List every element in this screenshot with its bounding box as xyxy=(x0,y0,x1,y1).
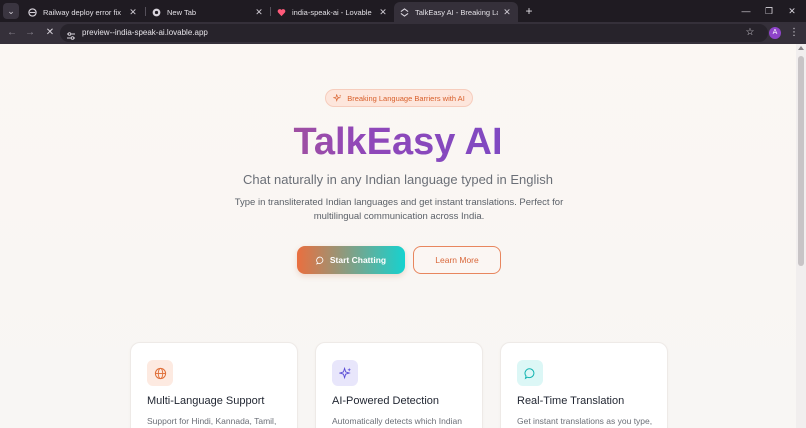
forward-button[interactable]: → xyxy=(22,25,38,41)
railway-favicon-icon xyxy=(28,7,37,17)
scrollbar-thumb[interactable] xyxy=(798,56,804,266)
lovable-heart-icon xyxy=(277,8,286,17)
back-button[interactable]: ← xyxy=(4,25,20,41)
tab-railway[interactable]: Railway deploy error fix ✕ xyxy=(22,2,144,22)
feature-card-multi-language: Multi-Language Support Support for Hindi… xyxy=(130,342,298,428)
feature-title: Multi-Language Support xyxy=(147,395,265,407)
stop-loading-button[interactable]: ✕ xyxy=(42,25,58,41)
close-window-button[interactable]: ✕ xyxy=(782,3,802,19)
feature-text: Support for Hindi, Kannada, Tamil, xyxy=(147,416,277,426)
tab-title: Railway deploy error fix xyxy=(43,7,121,17)
close-icon: ✕ xyxy=(45,27,55,38)
minimize-icon: — xyxy=(741,6,751,16)
feature-text: Get instant translations as you type, xyxy=(517,416,653,426)
chrome-favicon-icon xyxy=(152,8,161,17)
hero-description: Type in transliterated Indian languages … xyxy=(234,197,564,222)
feature-title: Real-Time Translation xyxy=(517,395,625,407)
tab-title: TalkEasy AI - Breaking Language xyxy=(415,7,498,17)
start-chatting-label: Start Chatting xyxy=(329,255,387,265)
browser-toolbar: ← → ✕ preview--india-speak-ai.lovable.ap… xyxy=(0,22,806,44)
hero-subtitle: Chat naturally in any Indian language ty… xyxy=(242,172,554,187)
scroll-up-arrow-icon[interactable] xyxy=(798,46,804,50)
close-icon[interactable]: ✕ xyxy=(502,7,512,18)
learn-more-button[interactable]: Learn More xyxy=(413,246,501,274)
tab-title: New Tab xyxy=(167,7,197,17)
arrow-right-icon: → xyxy=(25,27,35,38)
address-bar[interactable]: preview--india-speak-ai.lovable.app xyxy=(60,24,768,42)
close-icon: ✕ xyxy=(788,6,796,16)
plus-icon: + xyxy=(525,4,533,18)
arrow-left-icon: ← xyxy=(7,27,17,38)
hero-badge: Breaking Language Barriers with AI xyxy=(325,89,473,107)
tab-new-tab[interactable]: New Tab ✕ xyxy=(146,2,270,22)
close-icon[interactable]: ✕ xyxy=(378,7,388,18)
page-title: TalkEasy AI xyxy=(0,120,796,164)
tab-lovable[interactable]: india-speak-ai - Lovable ✕ xyxy=(271,2,394,22)
sparkles-icon xyxy=(332,360,358,386)
chat-bubble-icon xyxy=(316,256,324,265)
hero-badge-text: Breaking Language Barriers with AI xyxy=(347,93,465,103)
globe-icon xyxy=(147,360,173,386)
profile-avatar[interactable]: A xyxy=(769,27,781,39)
start-chatting-button[interactable]: Start Chatting xyxy=(297,246,405,274)
close-icon[interactable]: ✕ xyxy=(254,7,264,18)
page-viewport: Breaking Language Barriers with AI TalkE… xyxy=(0,44,796,428)
learn-more-label: Learn More xyxy=(435,255,479,265)
site-settings-icon[interactable] xyxy=(66,28,76,40)
feature-card-ai-detection: AI-Powered Detection Automatically detec… xyxy=(315,342,483,428)
restore-icon: ❐ xyxy=(764,6,774,16)
feature-text: Automatically detects which Indian xyxy=(332,416,462,426)
new-tab-button[interactable]: + xyxy=(522,3,536,19)
chat-bubble-icon xyxy=(517,360,543,386)
chevron-down-icon: ⌄ xyxy=(7,5,15,16)
tab-talkeasy[interactable]: TalkEasy AI - Breaking Language ✕ xyxy=(394,2,518,22)
restore-button[interactable]: ❐ xyxy=(759,3,779,19)
feature-card-real-time-translation: Real-Time Translation Get instant transl… xyxy=(500,342,668,428)
menu-kebab-icon[interactable]: ⋮ xyxy=(789,25,799,41)
feature-title: AI-Powered Detection xyxy=(332,395,439,407)
sparkles-icon xyxy=(333,93,342,102)
loading-arrows-icon xyxy=(400,7,409,17)
minimize-button[interactable]: — xyxy=(736,3,756,19)
tab-strip: ⌄ Railway deploy error fix ✕ New Tab ✕ i… xyxy=(0,0,806,22)
vertical-scrollbar[interactable] xyxy=(796,44,806,428)
close-icon[interactable]: ✕ xyxy=(128,7,138,18)
tab-title: india-speak-ai - Lovable xyxy=(292,7,372,17)
url-text: preview--india-speak-ai.lovable.app xyxy=(82,28,208,37)
tab-search-button[interactable]: ⌄ xyxy=(3,3,19,19)
bookmark-star-icon[interactable]: ☆ xyxy=(744,25,756,41)
